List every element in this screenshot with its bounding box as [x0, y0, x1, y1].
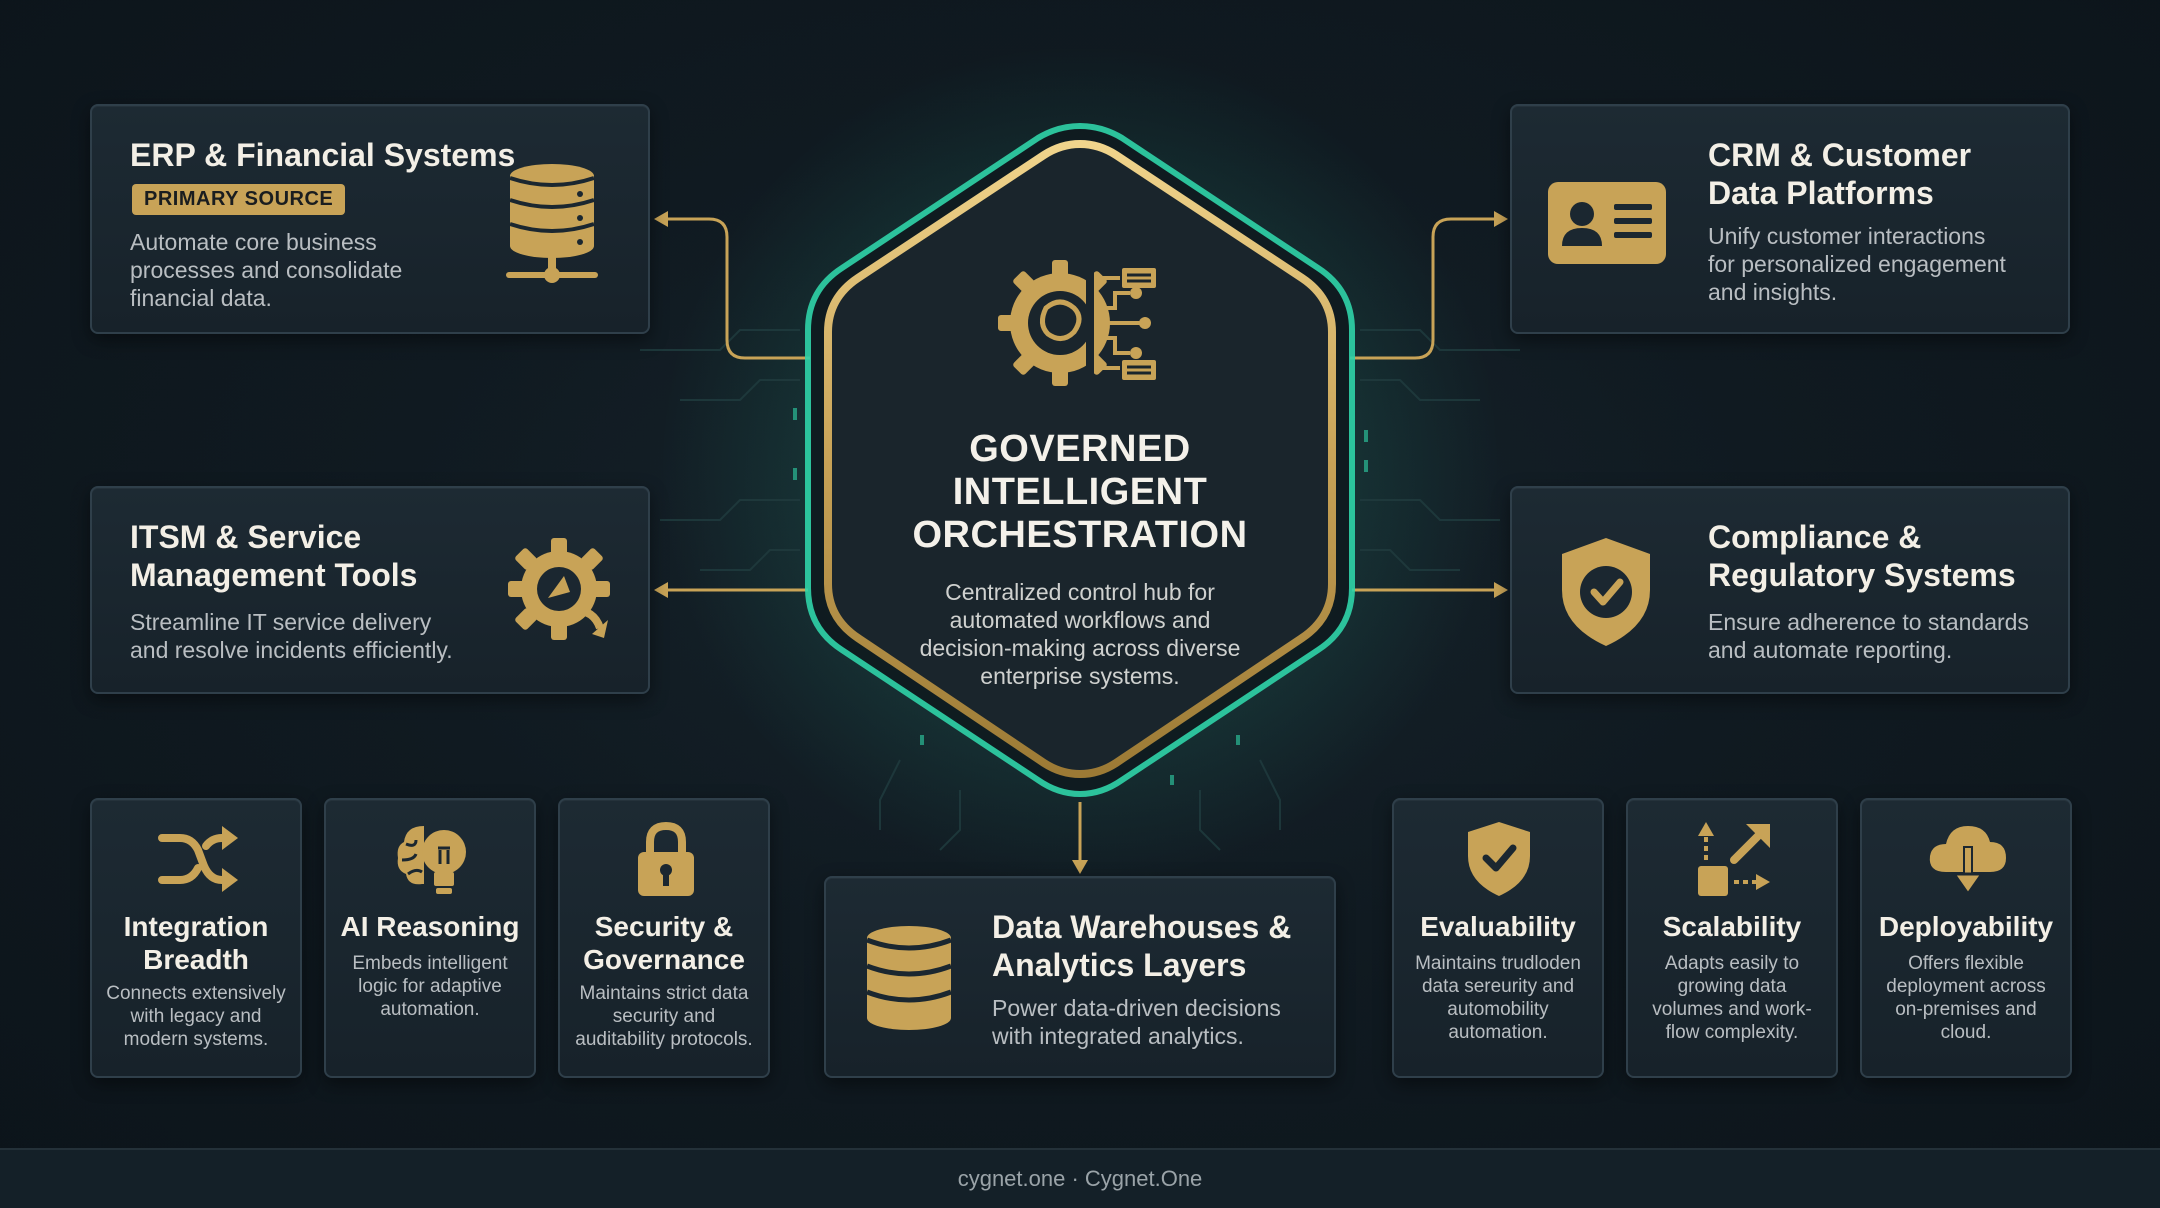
compliance-card: Compliance & Regulatory Systems Ensure a… [1510, 486, 2070, 694]
warehouse-card: Data Warehouses & Analytics Layers Power… [824, 876, 1336, 1078]
capability-title-4a: Evaluability [1420, 911, 1576, 942]
compliance-title-line-2: Regulatory Systems [1708, 557, 2016, 593]
crm-desc-line-2: for personalized engagement [1708, 251, 2006, 277]
erp-desc-line-1: Automate core business [130, 229, 377, 255]
footer-text: cygnet.one · Cygnet.One [957, 1166, 1203, 1191]
hub-title-line-1: GOVERNED [969, 428, 1191, 470]
hub-desc-line-2: automated workflows and [949, 607, 1211, 633]
erp-desc-line-3: financial data. [130, 285, 272, 311]
erp-desc-line-2: processes and consolidate [130, 257, 403, 283]
erp-title: ERP & Financial Systems [130, 137, 516, 173]
capability-title-1b: Breadth [143, 944, 249, 975]
scale-arrows-icon [1698, 822, 1770, 896]
capability-desc-4a: Maintains trudloden [1415, 953, 1581, 974]
erp-card: ERP & Financial Systems PRIMARY SOURCE A… [90, 104, 650, 334]
hub-desc-line-4: enterprise systems. [980, 663, 1180, 689]
id-card-icon [1548, 182, 1666, 264]
cloud-download-icon [1929, 826, 2006, 897]
capability-card-ai-reasoning: AI Reasoning Embeds intelligent logic fo… [324, 798, 536, 1078]
compliance-desc-line-2: and automate reporting. [1708, 637, 1953, 663]
capability-title-1a: Integration [123, 911, 269, 942]
capability-title-5a: Scalability [1662, 911, 1802, 942]
capability-title-6a: Deployability [1878, 911, 2054, 942]
capability-desc-3a: Maintains strict data [579, 983, 749, 1004]
capability-desc-4d: automation. [1448, 1022, 1548, 1043]
warehouse-title-line-2: Analytics Layers [992, 947, 1247, 983]
capability-title-3b: Governance [583, 944, 745, 975]
database-server-icon [506, 164, 598, 283]
capability-desc-6c: on-premises and [1895, 999, 2037, 1020]
hub-desc-line-3: decision-making across diverse [919, 635, 1241, 661]
gear-refresh-icon [508, 538, 610, 640]
database-icon [866, 926, 952, 1030]
itsm-desc-line-1: Streamline IT service delivery [130, 609, 432, 635]
capability-desc-1b: with legacy and [130, 1006, 262, 1027]
capability-desc-1a: Connects extensively [106, 983, 286, 1004]
orchestration-hub: GOVERNED INTELLIGENT ORCHESTRATION Centr… [800, 118, 1360, 808]
itsm-desc-line-2: and resolve incidents efficiently. [130, 637, 453, 663]
crm-desc-line-1: Unify customer interactions [1708, 223, 1986, 249]
capability-card-security: Security & Governance Maintains strict d… [558, 798, 770, 1078]
warehouse-desc-line-1: Power data-driven decisions [992, 995, 1281, 1021]
capability-desc-3b: security and [612, 1006, 716, 1027]
capability-card-evaluability: Evaluability Maintains trudloden data se… [1392, 798, 1604, 1078]
crm-card: CRM & Customer Data Platforms Unify cust… [1510, 104, 2070, 334]
hub-title-line-2: INTELLIGENT [952, 471, 1208, 513]
capability-desc-2a: Embeds intelligent [352, 953, 508, 974]
brain-bulb-icon [397, 826, 466, 894]
warehouse-title-line-1: Data Warehouses & [992, 909, 1292, 945]
itsm-card: ITSM & Service Management Tools Streamli… [90, 486, 650, 694]
itsm-title-line-2: Management Tools [130, 557, 418, 593]
capability-desc-5d: flow complexity. [1665, 1022, 1799, 1043]
capability-desc-2b: logic for adaptive [358, 976, 502, 997]
crm-title-line-1: CRM & Customer [1708, 137, 1972, 173]
capability-desc-4c: automobility [1447, 999, 1549, 1020]
capability-desc-5b: growing data [1677, 976, 1787, 997]
gear-brain-circuit-icon [998, 260, 1156, 386]
capability-card-scalability: Scalability Adapts easily to growing dat… [1626, 798, 1838, 1078]
capability-title-2a: AI Reasoning [340, 911, 520, 942]
warehouse-desc-line-2: with integrated analytics. [992, 1023, 1244, 1049]
itsm-title-line-1: ITSM & Service [130, 519, 362, 555]
capability-desc-5a: Adapts easily to [1664, 953, 1800, 974]
crm-desc-line-3: and insights. [1708, 279, 1838, 305]
capability-card-deployability: Deployability Offers flexible deployment… [1860, 798, 2072, 1078]
capability-desc-1c: modern systems. [123, 1029, 269, 1050]
crm-title-line-2: Data Platforms [1708, 175, 1934, 211]
shield-check-icon [1562, 538, 1650, 646]
capability-desc-6a: Offers flexible [1908, 953, 2024, 974]
capability-desc-4b: data sereurity and [1421, 976, 1575, 997]
hub-desc-line-1: Centralized control hub for [945, 579, 1215, 605]
shield-check-icon [1468, 822, 1530, 896]
capability-desc-3c: auditability protocols. [575, 1029, 753, 1050]
capability-desc-6d: cloud. [1940, 1022, 1992, 1043]
hub-title-line-3: ORCHESTRATION [912, 514, 1248, 556]
padlock-icon [638, 821, 694, 896]
compliance-desc-line-1: Ensure adherence to standards [1708, 609, 2029, 635]
capability-desc-5c: volumes and work- [1652, 999, 1812, 1020]
capability-desc-2c: automation. [380, 999, 480, 1020]
capability-title-3a: Security & [594, 911, 734, 942]
capability-card-integration: Integration Breadth Connects extensively… [90, 798, 302, 1078]
capability-desc-6b: deployment across [1886, 976, 2046, 997]
primary-source-badge: PRIMARY SOURCE [132, 184, 346, 215]
shuffle-icon [158, 826, 238, 892]
compliance-title-line-1: Compliance & [1708, 519, 1922, 555]
